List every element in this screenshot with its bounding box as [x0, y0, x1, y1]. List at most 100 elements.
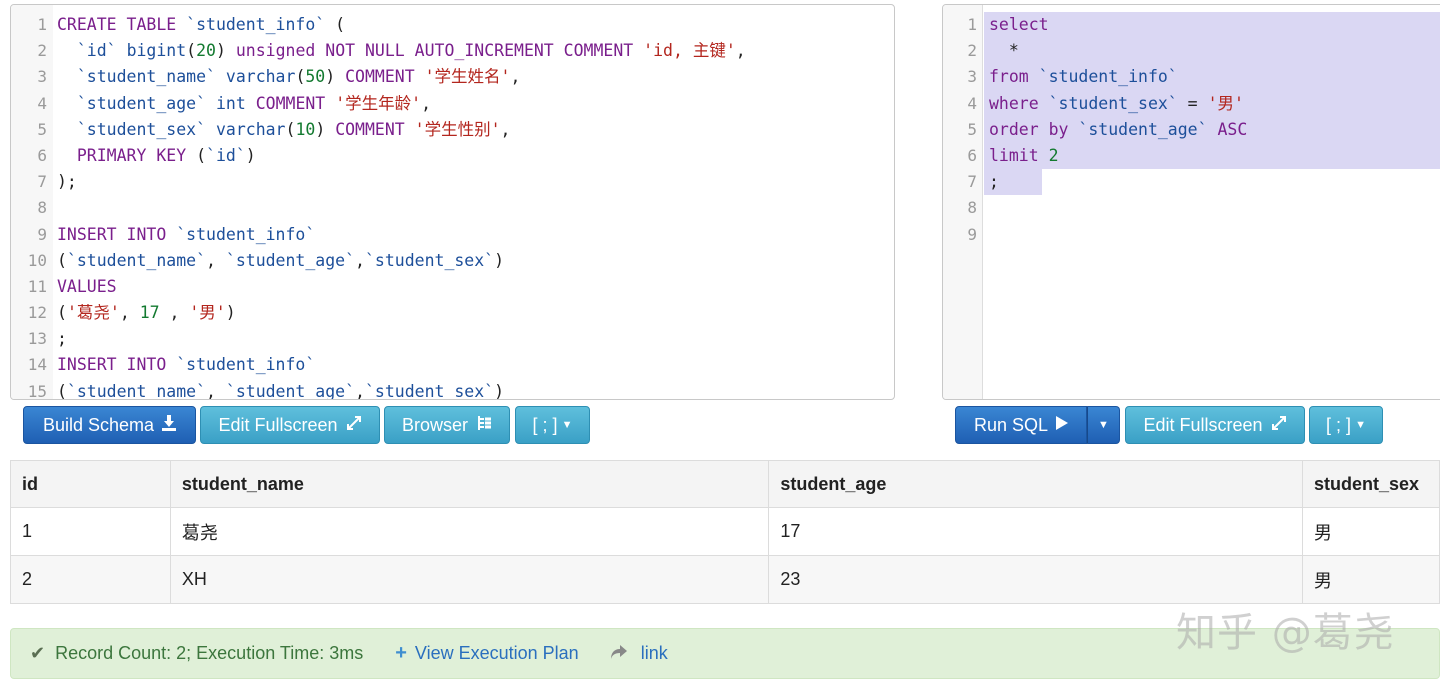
table-cell: 葛尧	[169, 507, 770, 556]
code-token: int	[215, 93, 246, 113]
code-token: `student_info`	[176, 355, 316, 375]
run-sql-dropdown[interactable]: ▼	[1087, 406, 1120, 444]
schema-editor[interactable]: 1 CREATE TABLE `student_info` (2 `id` big…	[10, 4, 895, 400]
code-token: `student_info`	[186, 15, 326, 34]
code-token: `id`	[206, 145, 246, 165]
schema-code-line[interactable]: 9 INSERT INTO `student_info`	[11, 222, 894, 248]
code-token: select	[989, 15, 1049, 34]
line-number: 3	[967, 67, 977, 87]
schema-code-line[interactable]: 7);	[11, 169, 894, 195]
code-token: `student_name`	[66, 381, 207, 400]
line-number: 12	[27, 303, 47, 323]
schema-code-line[interactable]: 4 `student_age` int COMMENT '学生年龄',	[11, 91, 894, 117]
query-code-line[interactable]: 8	[943, 195, 1440, 221]
code-text: ;	[989, 169, 999, 195]
query-code-line[interactable]: 5 order by `student_age` ASC	[943, 116, 1440, 143]
schema-code-line[interactable]: 11 VALUES	[11, 274, 894, 300]
query-code-line[interactable]: 6 limit 2	[943, 142, 1440, 170]
query-code-line[interactable]: 4 where `student_sex` = '男'	[943, 90, 1440, 117]
code-token: CREATE TABLE	[57, 15, 187, 34]
query-editor[interactable]: 1 select 2 * 3 from `student_info` 4 where `st…	[942, 4, 1440, 400]
code-token: `student_sex`	[364, 250, 495, 270]
code-text: VALUES	[57, 274, 117, 300]
line-number: 2	[967, 41, 977, 61]
code-token: ,	[355, 381, 365, 400]
query-code-line[interactable]: 9	[943, 222, 1440, 248]
code-token: where	[989, 93, 1049, 113]
column-header: student_sex	[1302, 460, 1440, 508]
code-token: order by	[989, 119, 1079, 139]
play-icon	[1056, 416, 1069, 434]
code-token: `student_info`	[1038, 67, 1178, 87]
schema-code-line[interactable]: 13;	[11, 326, 894, 352]
table-row: 1 葛尧 17 男	[10, 507, 1440, 556]
schema-edit-fullscreen-button[interactable]: Edit Fullscreen	[200, 406, 380, 444]
schema-code-line[interactable]: 10 (`student_name`, `student_age`,`studen…	[11, 248, 894, 274]
schema-code-line[interactable]: 1 CREATE TABLE `student_info` (	[11, 12, 894, 38]
code-token: ,	[421, 93, 431, 113]
code-token: `id`	[76, 41, 117, 61]
plus-icon: +	[395, 642, 407, 664]
code-token: varchar	[215, 119, 286, 139]
code-text: `student_name` varchar(50) COMMENT '学生姓名…	[57, 64, 521, 90]
permalink-link[interactable]: link	[641, 643, 668, 664]
code-token: `student_sex`	[1048, 93, 1178, 113]
line-number: 6	[37, 145, 47, 165]
query-delimiter-dropdown[interactable]: [ ; ] ▼	[1309, 406, 1383, 444]
schema-code-line[interactable]: 15 (`student_name`, `student_age`,`studen…	[11, 379, 894, 400]
code-text: ('葛尧', 17 , '男')	[57, 300, 236, 326]
line-number: 10	[27, 250, 47, 270]
code-token: limit	[989, 145, 1049, 165]
code-token: INSERT INTO	[57, 355, 177, 375]
code-text: select	[989, 12, 1049, 38]
browser-button[interactable]: Browser	[384, 406, 510, 444]
query-edit-fullscreen-button[interactable]: Edit Fullscreen	[1125, 406, 1305, 444]
code-token: 2	[1048, 145, 1059, 165]
schema-code-lines[interactable]: 1 CREATE TABLE `student_info` (2 `id` big…	[11, 12, 894, 400]
table-cell: 男	[1302, 507, 1440, 556]
code-token: ASC	[1217, 119, 1248, 139]
code-token: COMMENT	[335, 119, 415, 139]
query-code-line[interactable]: 7;	[943, 169, 1440, 196]
query-code-line[interactable]: 1 select	[943, 12, 1440, 39]
code-text: *	[989, 38, 1019, 64]
schema-code-line[interactable]: 12 ('葛尧', 17 , '男')	[11, 300, 894, 326]
schema-code-line[interactable]: 2 `id` bigint(20) unsigned NOT NULL AUTO…	[11, 38, 894, 64]
run-sql-button[interactable]: Run SQL	[955, 406, 1087, 444]
code-token: PRIMARY KEY	[76, 145, 187, 165]
code-token: (	[186, 41, 197, 61]
schema-delimiter-dropdown[interactable]: [ ; ] ▼	[515, 406, 590, 444]
line-number: 8	[37, 198, 47, 218]
schema-code-line[interactable]: 6 PRIMARY KEY (`id`)	[11, 143, 894, 169]
schema-code-line[interactable]: 3 `student_name` varchar(50) COMMENT '学生…	[11, 64, 894, 90]
code-token: ,	[500, 119, 511, 139]
view-execution-plan-link[interactable]: View Execution Plan	[415, 643, 579, 664]
schema-edit-fullscreen-label: Edit Fullscreen	[218, 414, 338, 435]
build-schema-button[interactable]: Build Schema	[23, 406, 196, 444]
code-token: `student_age`	[225, 250, 356, 270]
table-cell: XH	[169, 555, 770, 604]
build-schema-label: Build Schema	[42, 414, 155, 435]
schema-code-line[interactable]: 8	[11, 195, 894, 221]
line-number: 14	[27, 355, 47, 375]
code-text: from `student_info`	[989, 64, 1178, 90]
schema-code-line[interactable]: 5 `student_sex` varchar(10) COMMENT '学生性…	[11, 117, 894, 143]
line-number: 5	[37, 119, 47, 139]
line-number: 11	[27, 276, 47, 296]
code-token: (	[285, 119, 296, 139]
watermark-text: 知乎 @葛尧	[1176, 610, 1395, 656]
table-row: 2 XH 23 男	[10, 555, 1440, 604]
code-text: order by `student_age` ASC	[989, 117, 1247, 143]
code-text: (`student_name`, `student_age`,`student_…	[57, 379, 504, 400]
column-header: id	[10, 460, 171, 508]
column-header: student_name	[169, 460, 770, 508]
code-token: 17	[139, 303, 160, 323]
query-code-lines[interactable]: 1 select 2 * 3 from `student_info` 4 where `st…	[943, 12, 1440, 248]
schema-code-line[interactable]: 14 INSERT INTO `student_info`	[11, 352, 894, 378]
query-code-line[interactable]: 3 from `student_info`	[943, 64, 1440, 91]
column-header: student_age	[768, 460, 1303, 508]
query-code-line[interactable]: 2 *	[943, 38, 1440, 65]
selection-highlight	[984, 12, 1440, 39]
